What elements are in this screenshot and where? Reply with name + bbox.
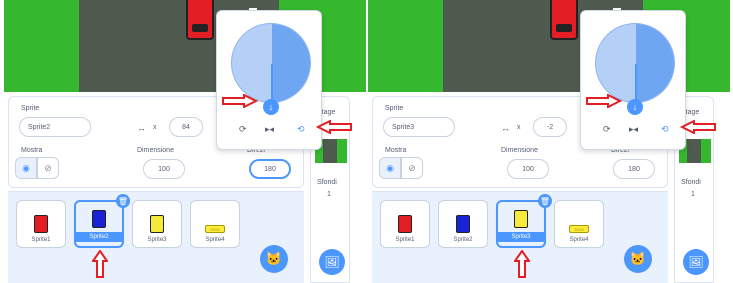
- direction-popover: ↓ ⟳ ▸◂ ⟲: [580, 10, 686, 150]
- delete-sprite-trash-icon[interactable]: 🗑: [116, 194, 130, 208]
- dont-rotate-icon[interactable]: ⟲: [661, 124, 669, 135]
- add-sprite-cat-icon[interactable]: 🐱: [260, 245, 288, 273]
- sprite-thumbnail: [398, 215, 412, 233]
- x-label: x: [153, 124, 157, 131]
- x-label: x: [517, 124, 521, 131]
- sprite-thumbnail: [34, 215, 48, 233]
- backdrops-count: 1: [327, 191, 331, 198]
- red-left-arrow-annotation: [316, 120, 352, 134]
- scratch-editor-panel-left: Sprite Sprite2 ↔ x 84 Mostra ◉ ⊘ Dimensi…: [4, 0, 366, 283]
- sprite-list: Sprite1 Sprite2 Sprite3 SIGN Sprite4 🗑: [8, 191, 304, 283]
- sprite-thumbnail: [456, 215, 470, 233]
- add-backdrop-icon[interactable]: 🖼: [683, 249, 709, 275]
- size-input[interactable]: 100: [507, 159, 549, 179]
- show-visible-eye-icon[interactable]: ◉: [15, 157, 37, 179]
- backdrops-count: 1: [691, 191, 695, 198]
- dial-needle: [271, 64, 273, 102]
- size-label: Dimensione: [137, 147, 174, 154]
- sprite-tile[interactable]: SIGN Sprite4: [554, 200, 604, 248]
- sprite-tile[interactable]: Sprite1: [16, 200, 66, 248]
- sprite-label: Sprite: [385, 105, 404, 112]
- dial-handle-down-arrow-icon[interactable]: ↓: [263, 99, 279, 115]
- sprite-thumbnail: [92, 210, 106, 228]
- sprite-tile-label: Sprite3: [498, 232, 544, 242]
- direction-popover: ↓ ⟳ ▸◂ ⟲: [216, 10, 322, 150]
- sprite-tile[interactable]: Sprite3: [132, 200, 182, 248]
- sprite-tile[interactable]: Sprite2: [438, 200, 488, 248]
- left-right-rotation-icon[interactable]: ▸◂: [265, 124, 274, 135]
- red-up-arrow-annotation: [92, 250, 108, 278]
- sprite-name-input[interactable]: Sprite2: [19, 117, 91, 137]
- show-visible-eye-icon[interactable]: ◉: [379, 157, 401, 179]
- horizontal-arrows-icon: ↔: [501, 123, 510, 133]
- backdrops-label: Sfondi: [681, 179, 701, 186]
- backdrops-label: Sfondi: [317, 179, 337, 186]
- hide-eye-slash-icon[interactable]: ⊘: [37, 157, 59, 179]
- dial-sector: [272, 24, 310, 102]
- show-label: Mostra: [385, 147, 407, 154]
- direction-input[interactable]: 180: [249, 159, 291, 179]
- red-left-arrow-annotation: [680, 120, 716, 134]
- car-sprite[interactable]: [550, 0, 578, 40]
- dial-sector: [636, 24, 674, 102]
- horizontal-arrows-icon: ↔: [137, 123, 146, 133]
- left-right-rotation-icon[interactable]: ▸◂: [629, 124, 638, 135]
- sprite-thumbnail: [150, 215, 164, 233]
- delete-sprite-trash-icon[interactable]: 🗑: [538, 194, 552, 208]
- sprite-tile[interactable]: Sprite1: [380, 200, 430, 248]
- sprite-tile-label: Sprite2: [76, 232, 122, 242]
- hide-eye-slash-icon[interactable]: ⊘: [401, 157, 423, 179]
- direction-dial[interactable]: [595, 23, 675, 103]
- dial-needle: [635, 64, 637, 102]
- all-around-rotation-icon[interactable]: ⟳: [239, 124, 247, 135]
- sprite-tile-label: Sprite4: [205, 237, 225, 243]
- sprite-tile[interactable]: SIGN Sprite4: [190, 200, 240, 248]
- direction-dial[interactable]: [231, 23, 311, 103]
- sprite-tile-label: Sprite2: [453, 237, 473, 243]
- red-right-arrow-annotation: [222, 94, 258, 108]
- sprite-tile-selected[interactable]: Sprite3: [496, 200, 546, 248]
- sprite-thumbnail: [514, 210, 528, 228]
- sprite-tile-label: Sprite1: [31, 237, 51, 243]
- size-input[interactable]: 100: [143, 159, 185, 179]
- dont-rotate-icon[interactable]: ⟲: [297, 124, 305, 135]
- x-input[interactable]: 84: [169, 117, 203, 137]
- add-backdrop-icon[interactable]: 🖼: [319, 249, 345, 275]
- size-label: Dimensione: [501, 147, 538, 154]
- all-around-rotation-icon[interactable]: ⟳: [603, 124, 611, 135]
- sprite-list: Sprite1 Sprite2 Sprite3 SIGN Sprite4 🗑: [372, 191, 668, 283]
- direction-input[interactable]: 180: [613, 159, 655, 179]
- x-input[interactable]: -2: [533, 117, 567, 137]
- sign-thumbnail: SIGN: [569, 225, 589, 233]
- add-sprite-cat-icon[interactable]: 🐱: [624, 245, 652, 273]
- sprite-tile-label: Sprite3: [147, 237, 167, 243]
- car-sprite[interactable]: [186, 0, 214, 40]
- red-up-arrow-annotation: [514, 250, 530, 278]
- sprite-tile-label: Sprite4: [569, 237, 589, 243]
- sprite-label: Sprite: [21, 105, 40, 112]
- sign-thumbnail: SIGN: [205, 225, 225, 233]
- sprite-tile-label: Sprite1: [395, 237, 415, 243]
- red-right-arrow-annotation: [586, 94, 622, 108]
- sprite-name-input[interactable]: Sprite3: [383, 117, 455, 137]
- dial-handle-down-arrow-icon[interactable]: ↓: [627, 99, 643, 115]
- show-label: Mostra: [21, 147, 43, 154]
- sprite-tile-selected[interactable]: Sprite2: [74, 200, 124, 248]
- scratch-editor-panel-right: Sprite Sprite3 ↔ x -2 Mostra ◉ ⊘ Dimensi…: [368, 0, 730, 283]
